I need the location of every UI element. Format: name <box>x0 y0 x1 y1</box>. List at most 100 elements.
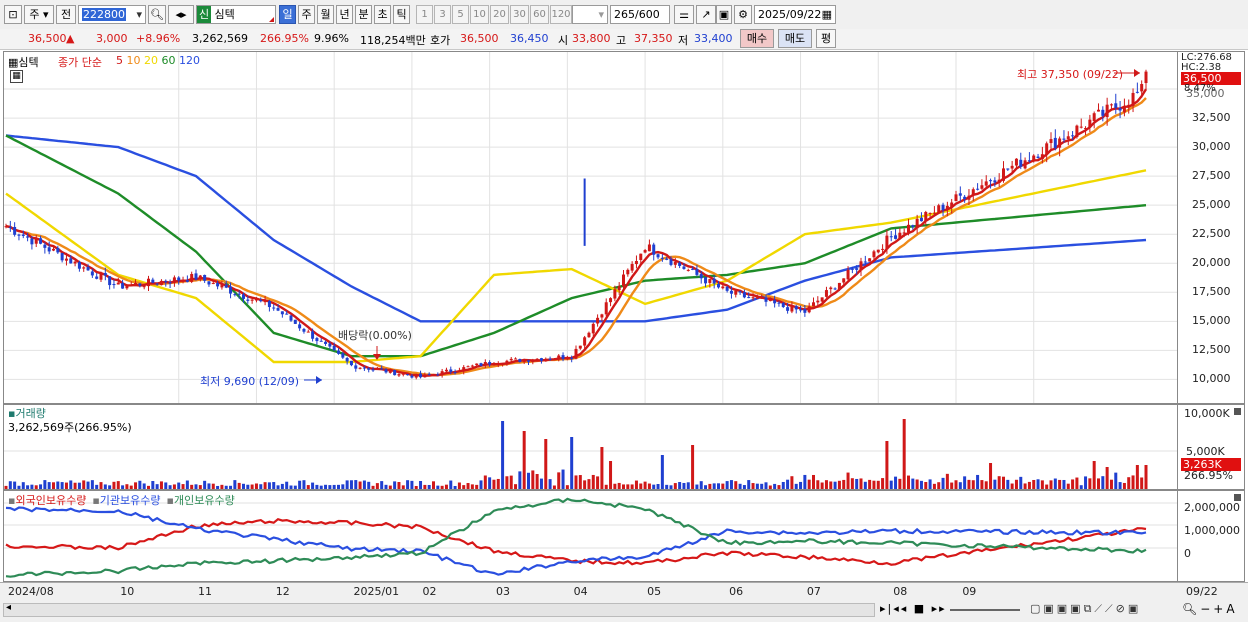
candle-body <box>263 300 267 303</box>
minute-unit-5[interactable]: 5 <box>452 5 469 24</box>
unit-input[interactable]: ▾ <box>572 5 608 24</box>
volume-bar <box>717 483 720 489</box>
playback-controls[interactable]: ▸|◂◂ ■ ▸▸ <box>880 602 947 615</box>
prev-button[interactable]: 전 <box>56 5 76 24</box>
grid-toggle-icon[interactable]: ▦ <box>10 70 23 83</box>
minute-unit-1[interactable]: 1 <box>416 5 433 24</box>
gear-icon[interactable]: ⚙ <box>734 5 752 24</box>
stock-name-field[interactable]: 신 심텍 <box>196 5 276 24</box>
volume-bar <box>164 482 168 489</box>
period-button-3[interactable]: 년 <box>336 5 353 24</box>
candle-body <box>872 251 876 258</box>
candle-body <box>583 337 587 346</box>
candle-body <box>220 285 224 288</box>
volume-bar <box>60 482 64 489</box>
period-button-5[interactable]: 초 <box>374 5 391 24</box>
chevron-down-icon[interactable]: ▾ <box>136 6 142 23</box>
candle-icon[interactable]: ⚌ <box>674 5 694 24</box>
candle-body <box>522 359 526 363</box>
period-button-6[interactable]: 틱 <box>393 5 410 24</box>
minute-unit-120[interactable]: 120 <box>550 5 572 24</box>
data-count-field[interactable]: 265/600 <box>610 5 670 24</box>
buy-button[interactable]: 매수 <box>740 29 774 48</box>
volume-pane[interactable]: ▪거래량 3,262,569주(266.95%) <box>3 404 1178 490</box>
candle-body <box>626 269 630 275</box>
candle-body <box>134 282 138 285</box>
data-count-total: /600 <box>635 8 660 21</box>
sell-button[interactable]: 매도 <box>778 29 812 48</box>
legend-stock-name: ▦심텍 <box>8 56 39 69</box>
volume-bar <box>194 484 198 489</box>
volume-bar <box>561 469 565 489</box>
volume-bar <box>99 482 103 489</box>
pane-close-icon[interactable] <box>1234 408 1241 415</box>
volume-bar <box>1135 465 1139 489</box>
volume-bar <box>103 484 107 489</box>
search-icon[interactable]: 🔍︎ <box>148 5 166 24</box>
legend-ma-60: 60 <box>161 54 179 67</box>
volume-bar <box>414 485 418 489</box>
volume-bar <box>43 480 47 489</box>
zoom-icons[interactable]: 🔍︎−+A <box>1182 602 1238 616</box>
candle-body <box>954 194 958 202</box>
candle-body <box>669 259 673 265</box>
horizontal-scrollbar[interactable]: ◂ <box>3 602 875 617</box>
minute-unit-10[interactable]: 10 <box>470 5 489 24</box>
stock-code-input[interactable]: 222800 ▾ <box>78 5 146 24</box>
date-field[interactable]: 2025/09/22 ▦ <box>754 5 836 24</box>
volume-bar <box>276 485 280 489</box>
holder-line-0 <box>5 517 1147 566</box>
volume-bar <box>90 480 94 489</box>
candle-body <box>945 205 949 210</box>
candle-body <box>30 238 34 245</box>
speaker-icon[interactable]: ◂▸ <box>168 5 194 24</box>
candle-body <box>4 226 8 228</box>
candle-body <box>738 291 742 293</box>
candle-body <box>73 261 77 264</box>
period-button-1[interactable]: 주 <box>298 5 315 24</box>
volume-bar <box>293 485 297 489</box>
scroll-left-icon[interactable]: ◂ <box>6 602 11 613</box>
calendar-icon[interactable]: ▦ <box>822 6 832 23</box>
volume-bar <box>613 483 617 489</box>
chevron-down-icon[interactable]: ▾ <box>598 6 604 23</box>
holder-tick-0: 0 <box>1184 547 1191 560</box>
candle-body <box>34 238 38 244</box>
holder-pane[interactable]: ▪외국인보유수량 ▪기관보유수량 ▪개인보유수량 <box>3 490 1178 582</box>
candle-body <box>863 261 867 263</box>
period-button-0[interactable]: 일 <box>279 5 296 24</box>
holder-axis: 2,000,000 1,000,000 0 <box>1178 490 1245 582</box>
minute-unit-60[interactable]: 60 <box>530 5 549 24</box>
high-price: 37,350 <box>634 32 673 45</box>
high-arrow-head <box>1134 69 1140 77</box>
corner-mark-icon <box>269 17 274 22</box>
candle-body <box>483 361 487 366</box>
save-icon[interactable]: ▣ <box>716 5 732 24</box>
line-tool-icon[interactable]: ↗ <box>696 5 716 24</box>
volume-bar <box>1040 480 1044 489</box>
volume-bar <box>207 483 211 489</box>
price-tick-1: 30,000 <box>1192 140 1231 154</box>
pane-close-icon[interactable] <box>1234 494 1241 501</box>
zoom-slider[interactable] <box>950 609 1020 611</box>
volume-bar <box>531 470 535 489</box>
market-select[interactable]: 주 ▾ <box>24 5 54 24</box>
volume-bar <box>155 484 159 489</box>
candle-body <box>233 294 237 296</box>
volume-bar <box>280 483 284 489</box>
period-button-2[interactable]: 월 <box>317 5 334 24</box>
minute-unit-20[interactable]: 20 <box>490 5 509 24</box>
price-chart-pane[interactable]: ▦심텍 종가 단순 5 10 20 60 120 ▦ 최고 37,350 (09… <box>3 51 1178 404</box>
volume-bar <box>976 474 980 489</box>
candle-body <box>302 328 306 332</box>
volume-bar <box>863 481 867 489</box>
window-layout-icons[interactable]: ▢▣▣▣⧉⟋⟋⊘▣ <box>1030 602 1141 616</box>
volume-value: 3,262,569 <box>192 32 248 45</box>
period-button-4[interactable]: 분 <box>355 5 372 24</box>
data-count-value: 265 <box>614 8 635 21</box>
window-menu-icon[interactable]: ⊡ <box>4 5 22 24</box>
minute-unit-3[interactable]: 3 <box>434 5 451 24</box>
candle-body <box>656 254 660 258</box>
eval-button[interactable]: 평 <box>816 29 836 48</box>
minute-unit-30[interactable]: 30 <box>510 5 529 24</box>
